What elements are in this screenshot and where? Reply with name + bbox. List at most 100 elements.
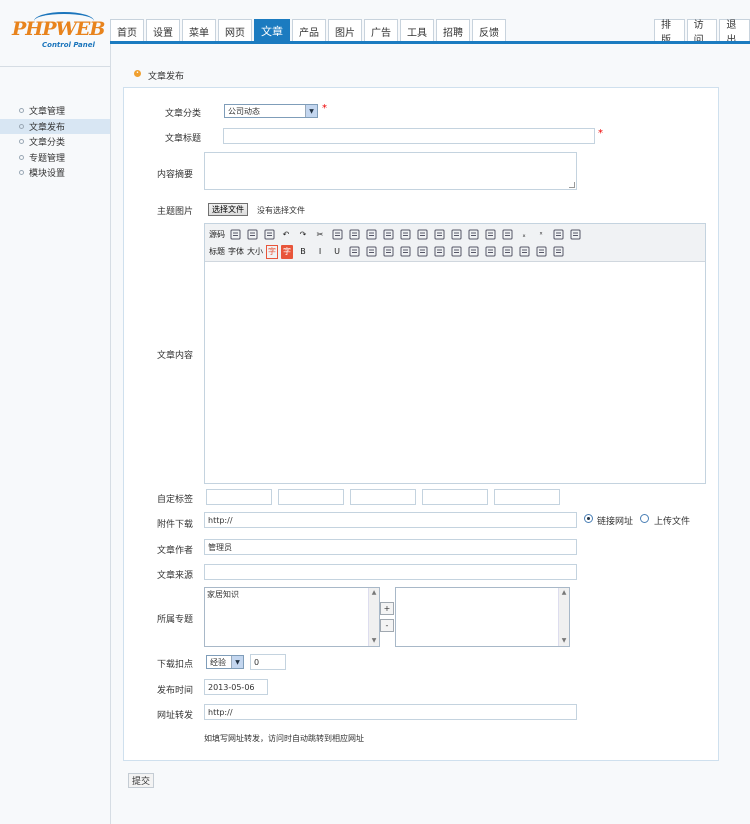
tag-input-1[interactable] — [206, 489, 272, 505]
upload-file-radio[interactable] — [640, 514, 649, 523]
align-right-icon[interactable] — [415, 228, 429, 242]
selected-topics-list[interactable]: ▲ ▼ — [395, 587, 570, 647]
sidebar-item-4[interactable]: 模块设置 — [0, 165, 110, 181]
tab-7[interactable]: 广告 — [364, 19, 398, 42]
available-topics-list[interactable]: 家居知识 ▲ ▼ — [204, 587, 380, 647]
sidebar-item-0[interactable]: 文章管理 — [0, 103, 110, 119]
iframe-icon[interactable] — [483, 245, 497, 259]
tab-8[interactable]: 工具 — [400, 19, 434, 42]
editor-content-area[interactable] — [205, 263, 705, 483]
choose-file-button[interactable]: 选择文件 — [208, 203, 248, 216]
align-left-icon[interactable] — [381, 228, 395, 242]
tag-input-5[interactable] — [494, 489, 560, 505]
preview-icon[interactable] — [228, 228, 242, 242]
heading-button[interactable]: 标题 — [209, 245, 225, 259]
strikethrough-icon[interactable] — [347, 245, 361, 259]
scroll-down-icon[interactable]: ▼ — [369, 636, 379, 646]
paste-word-icon[interactable] — [551, 228, 565, 242]
link-url-radio-label: 链接网址 — [597, 517, 634, 527]
phpweb-logo: PHPWEB Control Panel — [12, 12, 105, 52]
tab-0[interactable]: 首页 — [110, 19, 144, 42]
emoticon-icon[interactable] — [432, 245, 446, 259]
superscript-icon[interactable]: ˣ — [534, 228, 548, 242]
title-input[interactable] — [223, 128, 595, 144]
sidebar-item-3[interactable]: 专题管理 — [0, 150, 110, 166]
points-input[interactable]: 0 — [250, 654, 286, 670]
undo-icon[interactable]: ↶ — [279, 228, 293, 242]
points-type-select[interactable]: 经验 ▼ — [206, 655, 244, 669]
unordered-list-icon[interactable] — [466, 228, 480, 242]
special-char-icon[interactable] — [500, 245, 514, 259]
tab-3[interactable]: 网页 — [218, 19, 252, 42]
table-icon[interactable] — [364, 228, 378, 242]
bold-icon[interactable]: B — [296, 245, 310, 259]
link-url-radio[interactable] — [584, 514, 593, 523]
outdent-icon[interactable] — [500, 228, 514, 242]
tab-2[interactable]: 菜单 — [182, 19, 216, 42]
redirect-input[interactable]: http:// — [204, 704, 577, 720]
publish-time-input[interactable]: 2013-05-06 — [204, 679, 268, 695]
paste-icon[interactable] — [347, 228, 361, 242]
unlink-icon[interactable] — [551, 245, 565, 259]
copy-icon[interactable] — [330, 228, 344, 242]
tab-5[interactable]: 产品 — [292, 19, 326, 42]
attachment-label: 附件下载 — [157, 520, 194, 530]
size-button[interactable]: 大小 — [247, 245, 263, 259]
tag-input-4[interactable] — [422, 489, 488, 505]
flash-icon[interactable] — [398, 245, 412, 259]
category-select[interactable]: 公司动态 ▼ — [224, 104, 318, 118]
resize-grip-icon[interactable] — [569, 182, 575, 188]
tab-9[interactable]: 招聘 — [436, 19, 470, 42]
anchor-icon[interactable] — [449, 245, 463, 259]
list-item[interactable]: 家居知识 — [207, 589, 377, 600]
tag-input-3[interactable] — [350, 489, 416, 505]
utility-tab-2[interactable]: 退出 — [719, 19, 750, 46]
tab-10[interactable]: 反馈 — [472, 19, 506, 42]
source-button[interactable]: 源码 — [209, 228, 225, 242]
scroll-up-icon[interactable]: ▲ — [559, 588, 569, 598]
hr-icon[interactable] — [466, 245, 480, 259]
scroll-down-icon[interactable]: ▼ — [559, 636, 569, 646]
subscript-icon[interactable]: ₓ — [517, 228, 531, 242]
smiley-icon[interactable] — [517, 245, 531, 259]
highlight-icon[interactable]: 字 — [281, 244, 293, 259]
italic-icon[interactable]: I — [313, 245, 327, 259]
clock-icon[interactable] — [568, 228, 582, 242]
redo-icon[interactable]: ↷ — [296, 228, 310, 242]
scrollbar[interactable]: ▲ ▼ — [368, 588, 379, 646]
media-icon[interactable] — [415, 245, 429, 259]
tab-6[interactable]: 图片 — [328, 19, 362, 42]
attachment-input[interactable]: http:// — [204, 512, 577, 528]
scrollbar[interactable]: ▲ ▼ — [558, 588, 569, 646]
tag-input-2[interactable] — [278, 489, 344, 505]
image-icon[interactable] — [381, 245, 395, 259]
justify-icon[interactable] — [432, 228, 446, 242]
find-icon[interactable] — [245, 228, 259, 242]
utility-tab-1[interactable]: 访问 — [686, 19, 718, 46]
eraser-icon[interactable] — [364, 245, 378, 259]
author-input[interactable]: 管理员 — [204, 539, 577, 555]
add-topic-button[interactable]: + — [380, 602, 394, 615]
underline-icon[interactable]: U — [330, 245, 344, 259]
sidebar-item-1[interactable]: 文章发布 — [0, 118, 110, 134]
submit-button[interactable]: 提交 — [128, 773, 155, 788]
editor-toolbar-row: 源码 ↶ ↷ ✂ ₓ ˣ — [209, 226, 701, 243]
source-input[interactable] — [204, 564, 577, 580]
redirect-label: 网址转发 — [157, 711, 194, 721]
tab-4[interactable]: 文章 — [254, 19, 290, 42]
link-icon[interactable] — [534, 245, 548, 259]
chevron-down-icon: ▼ — [231, 656, 243, 668]
font-button[interactable]: 字体 — [228, 245, 244, 259]
align-center-icon[interactable] — [398, 228, 412, 242]
tab-1[interactable]: 设置 — [146, 19, 180, 42]
remove-topic-button[interactable]: - — [380, 619, 394, 632]
summary-textarea[interactable] — [204, 152, 577, 190]
ordered-list-icon[interactable] — [449, 228, 463, 242]
utility-tab-0[interactable]: 排版 — [654, 19, 685, 46]
sidebar-item-2[interactable]: 文章分类 — [0, 134, 110, 150]
indent-icon[interactable] — [483, 228, 497, 242]
cut-icon[interactable]: ✂ — [313, 228, 327, 242]
font-color-icon[interactable]: 字 — [266, 244, 278, 259]
scroll-up-icon[interactable]: ▲ — [369, 588, 379, 598]
print-icon[interactable] — [262, 228, 276, 242]
